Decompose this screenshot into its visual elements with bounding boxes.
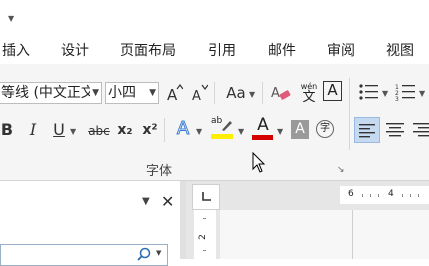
tab-references[interactable]: 引用 — [208, 40, 236, 60]
chevron-down-icon[interactable]: ▼ — [196, 127, 202, 136]
grow-font-button[interactable]: A — [165, 83, 184, 108]
tab-design[interactable]: 设计 — [61, 40, 89, 60]
align-center-button[interactable] — [383, 117, 407, 143]
bold-button[interactable]: B — [0, 120, 14, 140]
align-center-icon — [386, 123, 404, 137]
underline-button[interactable]: U — [52, 120, 66, 140]
chevron-down-icon[interactable]: ▼ — [419, 89, 425, 98]
chevron-down-icon[interactable]: ▼ — [156, 249, 161, 257]
svg-text:3: 3 — [395, 96, 399, 102]
separator — [262, 82, 263, 104]
group-separator — [349, 78, 350, 150]
bullets-button[interactable] — [358, 82, 380, 107]
margin-guide — [352, 210, 353, 259]
pane-options-icon[interactable]: ▼ — [142, 196, 150, 207]
dialog-launcher-icon[interactable]: ↘ — [337, 165, 345, 175]
close-icon[interactable]: ✕ — [161, 192, 174, 211]
subscript-button[interactable]: x₂ — [116, 120, 134, 140]
chevron-down-icon[interactable]: ▼ — [238, 127, 244, 136]
chevron-down-icon[interactable]: ▼ — [147, 83, 156, 103]
font-group-label: 字体 — [146, 164, 173, 179]
ruler-ticks — [203, 218, 206, 251]
superscript-button[interactable]: x² — [141, 120, 159, 140]
italic-button[interactable]: I — [26, 120, 40, 140]
numbering-button[interactable]: 1 2 3 — [395, 82, 417, 107]
highlight-button[interactable]: ab — [211, 116, 235, 142]
shrink-font-icon: A — [192, 84, 209, 104]
align-right-button[interactable] — [410, 117, 429, 143]
font-color-label: A — [257, 115, 269, 135]
phonetic-guide-button[interactable]: wén 文 — [298, 82, 320, 106]
document-page[interactable] — [220, 210, 429, 259]
vertical-ruler[interactable]: 2 — [194, 210, 216, 259]
align-right-icon — [413, 123, 429, 137]
chevron-down-icon[interactable]: ▼ — [90, 83, 99, 103]
horizontal-ruler[interactable]: 6 4 — [340, 186, 429, 204]
svg-text:A: A — [167, 86, 178, 103]
strikethrough-button[interactable]: abc — [87, 121, 111, 141]
ruler-ticks — [362, 194, 419, 197]
chevron-down-icon[interactable]: ▼ — [249, 90, 255, 99]
svg-text:A: A — [271, 86, 280, 101]
align-left-button[interactable] — [354, 117, 380, 143]
font-name-value: 等线 (中文正文 — [1, 85, 95, 101]
align-left-icon — [359, 124, 375, 138]
grow-font-icon: A — [167, 84, 184, 104]
shrink-font-button[interactable]: A — [190, 83, 209, 108]
font-color-button[interactable]: A — [252, 116, 274, 142]
separator — [214, 82, 215, 104]
eraser-icon: A — [271, 86, 291, 101]
tab-selector[interactable] — [192, 184, 220, 210]
character-border-button[interactable]: A — [323, 81, 342, 101]
bullet-list-icon — [359, 84, 378, 100]
left-tab-icon — [202, 192, 211, 201]
tab-mailings[interactable]: 邮件 — [268, 40, 296, 60]
chevron-down-icon[interactable]: ▼ — [277, 127, 283, 136]
phonetic-char: 文 — [302, 90, 316, 105]
mouse-cursor-icon — [252, 152, 266, 173]
enclose-characters-button[interactable]: 字 — [316, 120, 334, 138]
highlight-color-swatch — [211, 134, 233, 139]
chevron-down-icon[interactable]: ▼ — [382, 89, 388, 98]
change-case-button[interactable]: Aa — [224, 83, 248, 103]
tab-layout[interactable]: 页面布局 — [120, 40, 176, 60]
pane-search-input[interactable]: ▼ — [0, 244, 168, 266]
chevron-down-icon[interactable]: ▼ — [70, 127, 76, 136]
svg-text:A: A — [192, 89, 201, 103]
numbered-list-icon: 1 2 3 — [395, 84, 415, 103]
font-name-combo[interactable]: 等线 (中文正文 ▼ — [0, 82, 102, 104]
font-size-value: 小四 — [108, 85, 136, 101]
highlighter-icon — [222, 121, 232, 131]
clear-formatting-button[interactable]: A — [270, 83, 292, 108]
tab-insert[interactable]: 插入 — [2, 40, 30, 60]
text-effects-button[interactable]: A — [174, 118, 192, 139]
separator — [164, 118, 165, 142]
font-color-swatch — [252, 135, 273, 140]
tab-view[interactable]: 视图 — [386, 40, 414, 60]
tab-review[interactable]: 审阅 — [327, 40, 355, 60]
font-size-combo[interactable]: 小四 ▼ — [105, 82, 159, 104]
quick-access-customize-icon[interactable]: ▼ — [8, 14, 14, 23]
character-shading-button[interactable]: A — [291, 120, 309, 139]
